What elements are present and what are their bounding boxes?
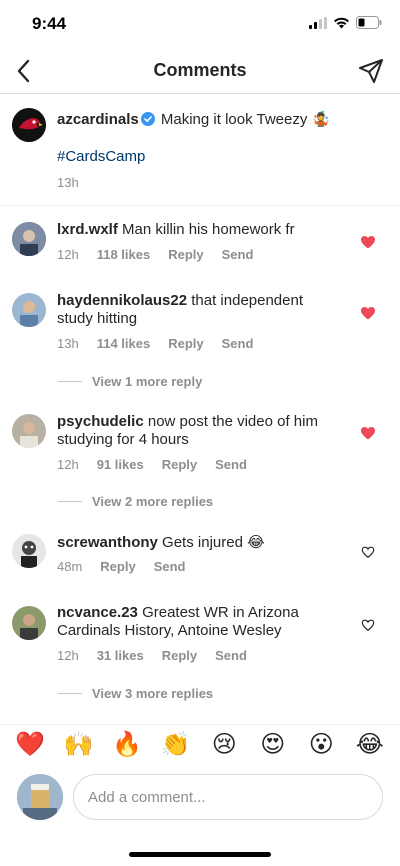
status-icons [309, 16, 382, 29]
user-photo-icon [12, 606, 46, 640]
avatar[interactable] [12, 606, 46, 640]
hashtag-link[interactable]: #CardsCamp [57, 148, 145, 165]
user-photo-icon [12, 293, 46, 327]
header: Comments [0, 48, 400, 94]
caption-body: Making it look Tweezy 🤹 [160, 111, 331, 128]
avatar[interactable] [12, 534, 46, 568]
emoji-heart-eyes-button[interactable]: 😍 [256, 730, 290, 760]
emoji-heart-button[interactable]: ❤️ [13, 730, 47, 760]
comment-time: 12h [57, 648, 79, 663]
send-button[interactable]: Send [215, 648, 247, 663]
divider [58, 501, 82, 502]
user-photo-icon [12, 534, 46, 568]
send-button[interactable]: Send [154, 559, 186, 574]
status-time: 9:44 [32, 14, 67, 33]
emoji-clap-button[interactable]: 👏 [159, 730, 193, 760]
divider [58, 693, 82, 694]
comment-time: 13h [57, 336, 79, 351]
comment-username[interactable]: screwanthony [57, 534, 158, 551]
reply-button[interactable]: Reply [162, 457, 197, 472]
comment-composer [0, 768, 400, 830]
comment-meta: 12h 118 likes Reply Send [57, 247, 253, 262]
divider [58, 381, 82, 382]
send-button[interactable]: Send [222, 247, 254, 262]
send-button[interactable]: Send [222, 336, 254, 351]
user-photo-icon [12, 222, 46, 256]
comment-time: 48m [57, 559, 83, 574]
heart-filled-icon[interactable] [360, 425, 376, 441]
comment-item: screwanthony Gets injured 😂 48m Reply Se… [0, 525, 400, 590]
status-bar: 9:44 [0, 0, 400, 48]
likes-count[interactable]: 114 likes [97, 336, 151, 351]
heart-filled-icon[interactable] [360, 234, 376, 250]
comment-time: 12h [57, 247, 79, 262]
post-caption: azcardinals Making it look Tweezy 🤹 #Car… [0, 94, 400, 206]
likes-count[interactable]: 118 likes [97, 247, 151, 262]
avatar[interactable] [12, 414, 46, 448]
caption-username[interactable]: azcardinals [57, 111, 139, 128]
user-photo-icon [17, 774, 63, 820]
reply-button[interactable]: Reply [162, 648, 197, 663]
heart-outline-icon[interactable] [361, 545, 375, 559]
emoji-bar: ❤️ 🙌 🔥 👏 😢 😍 😮 😂 [0, 724, 400, 764]
comment-text: lxrd.wxlf Man killin his homework fr [57, 221, 295, 238]
heart-outline-icon[interactable] [361, 618, 375, 632]
emoji-laughing-button[interactable]: 😂 [353, 730, 387, 760]
view-replies-button[interactable]: View 1 more reply [58, 374, 202, 389]
caption-time: 13h [57, 175, 79, 190]
share-button[interactable] [356, 56, 386, 86]
comment-text: ncvance.23 Greatest WR in Arizona Cardin… [57, 604, 299, 639]
comment-meta: 12h 31 likes Reply Send [57, 648, 247, 663]
reply-button[interactable]: Reply [168, 336, 203, 351]
emoji-surprised-button[interactable]: 😮 [304, 730, 338, 760]
avatar[interactable] [12, 108, 46, 142]
emoji-raised-hands-button[interactable]: 🙌 [62, 730, 96, 760]
comment-time: 12h [57, 457, 79, 472]
cardinals-logo-icon [12, 108, 46, 142]
comment-text: screwanthony Gets injured 😂 [57, 534, 265, 551]
comment-input[interactable] [73, 774, 383, 820]
paper-plane-icon [359, 59, 383, 83]
reply-button[interactable]: Reply [168, 247, 203, 262]
comment-text: psychudelic now post the video of him st… [57, 413, 318, 448]
comment-username[interactable]: ncvance.23 [57, 604, 138, 621]
verified-badge-icon [140, 112, 155, 126]
user-photo-icon [12, 414, 46, 448]
battery-icon [356, 16, 382, 29]
likes-count[interactable]: 31 likes [97, 648, 144, 663]
send-button[interactable]: Send [215, 457, 247, 472]
view-replies-button[interactable]: View 3 more replies [58, 686, 213, 701]
caption-text: azcardinals Making it look Tweezy 🤹 [57, 110, 357, 130]
comment-text: haydennikolaus22 that independent study … [57, 292, 304, 327]
comment-username[interactable]: lxrd.wxlf [57, 221, 118, 238]
comment-meta: 13h 114 likes Reply Send [57, 336, 253, 351]
emoji-fire-button[interactable]: 🔥 [110, 730, 144, 760]
comment-username[interactable]: psychudelic [57, 413, 144, 430]
emoji-crying-button[interactable]: 😢 [207, 730, 241, 760]
comment-username[interactable]: haydennikolaus22 [57, 292, 187, 309]
avatar[interactable] [12, 293, 46, 327]
home-indicator [129, 852, 271, 857]
comment-meta: 48m Reply Send [57, 559, 186, 574]
view-replies-button[interactable]: View 2 more replies [58, 494, 213, 509]
page-title: Comments [153, 60, 247, 80]
my-avatar[interactable] [17, 774, 63, 820]
comment-meta: 12h 91 likes Reply Send [57, 457, 247, 472]
heart-filled-icon[interactable] [360, 305, 376, 321]
reply-button[interactable]: Reply [100, 559, 135, 574]
signal-icon [309, 16, 327, 29]
wifi-icon [334, 17, 349, 28]
avatar[interactable] [12, 222, 46, 256]
likes-count[interactable]: 91 likes [97, 457, 144, 472]
